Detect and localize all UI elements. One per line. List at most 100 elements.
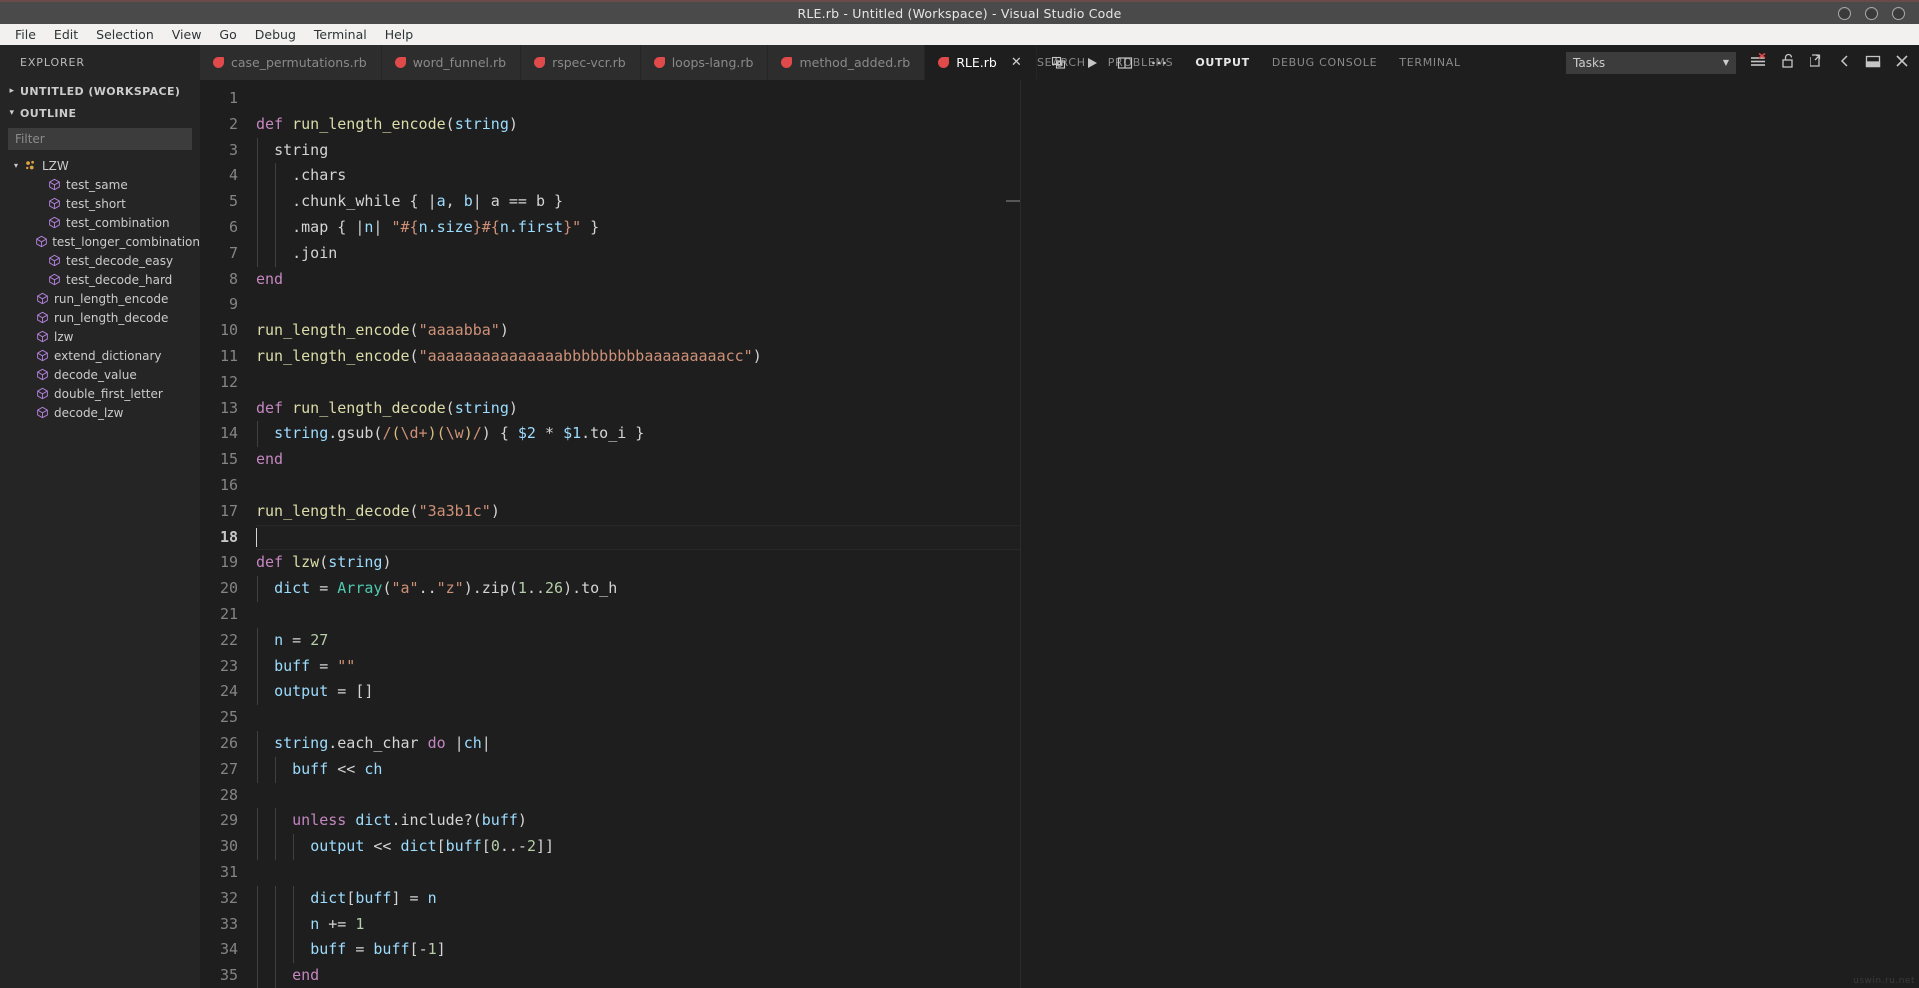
menu-go[interactable]: Go bbox=[210, 25, 245, 44]
code-line[interactable]: unless dict.include?(buff) bbox=[256, 808, 1020, 834]
tab-case-permutations[interactable]: case_permutations.rb bbox=[200, 45, 382, 80]
code-line[interactable] bbox=[256, 860, 1020, 886]
token-punc: ) bbox=[464, 579, 473, 597]
indent-guide bbox=[293, 937, 294, 963]
panel-tab-output[interactable]: OUTPUT bbox=[1195, 56, 1249, 69]
outline-item-decode-lzw[interactable]: decode_lzw bbox=[0, 403, 200, 422]
panel-tab-debug-console[interactable]: DEBUG CONSOLE bbox=[1272, 56, 1377, 69]
close-icon[interactable]: ✕ bbox=[1011, 56, 1022, 69]
code-line[interactable]: output << dict[buff[0..-2]] bbox=[256, 834, 1020, 860]
sidebar-section-workspace[interactable]: ▸ UNTITLED (WORKSPACE) bbox=[0, 80, 200, 102]
sidebar-section-outline[interactable]: ▾ OUTLINE bbox=[0, 102, 200, 124]
code-line[interactable] bbox=[256, 705, 1020, 731]
tab-method-added[interactable]: method_added.rb bbox=[768, 45, 925, 80]
open-in-editor-icon[interactable] bbox=[1810, 53, 1825, 72]
menu-help[interactable]: Help bbox=[376, 25, 423, 44]
code-line[interactable]: .chunk_while { |a, b| a == b } bbox=[256, 189, 1020, 215]
code-line[interactable]: def run_length_encode(string) bbox=[256, 112, 1020, 138]
code-editor[interactable]: 1234567891011121314151617181920212223242… bbox=[200, 80, 1020, 988]
outline-item-test-same[interactable]: test_same bbox=[0, 175, 200, 194]
code-line[interactable]: run_length_encode("aaaabba") bbox=[256, 318, 1020, 344]
code-line[interactable]: def run_length_decode(string) bbox=[256, 396, 1020, 422]
workbench: EXPLORER ▸ UNTITLED (WORKSPACE) ▾ OUTLIN… bbox=[0, 45, 1919, 988]
split-preview-icon[interactable] bbox=[1051, 55, 1067, 71]
editor-scrollbar[interactable] bbox=[1006, 200, 1020, 202]
code-line[interactable]: dict[buff] = n bbox=[256, 886, 1020, 912]
token-bgold: ( bbox=[437, 424, 446, 442]
outline-item-run-length-encode[interactable]: run_length_encode bbox=[0, 289, 200, 308]
indent-guide bbox=[275, 834, 276, 860]
split-editor-icon[interactable] bbox=[1117, 56, 1133, 70]
code-line[interactable] bbox=[256, 525, 1020, 551]
menu-terminal[interactable]: Terminal bbox=[305, 25, 376, 44]
outline-item-double-first-letter[interactable]: double_first_letter bbox=[0, 384, 200, 403]
code-content[interactable]: def run_length_encode(string) string .ch… bbox=[256, 80, 1020, 988]
code-line[interactable]: dict = Array("a".."z").zip(1..26).to_h bbox=[256, 576, 1020, 602]
outline-item-run-length-decode[interactable]: run_length_decode bbox=[0, 308, 200, 327]
code-line[interactable]: string.gsub(/(\d+)(\w)/) { $2 * $1.to_i … bbox=[256, 421, 1020, 447]
code-line[interactable] bbox=[256, 473, 1020, 499]
code-line[interactable]: buff << ch bbox=[256, 757, 1020, 783]
token-punc: ( bbox=[446, 399, 455, 417]
code-line[interactable]: buff = "" bbox=[256, 654, 1020, 680]
tab-word-funnel[interactable]: word_funnel.rb bbox=[382, 45, 521, 80]
token-punc: ( bbox=[410, 321, 419, 339]
code-line[interactable]: end bbox=[256, 447, 1020, 473]
close-button[interactable] bbox=[1892, 7, 1905, 20]
code-line[interactable] bbox=[256, 602, 1020, 628]
menu-selection[interactable]: Selection bbox=[87, 25, 163, 44]
close-panel-icon[interactable] bbox=[1895, 53, 1909, 72]
code-line[interactable]: run_length_encode("aaaaaaaaaaaaaaabbbbbb… bbox=[256, 344, 1020, 370]
menu-file[interactable]: File bbox=[6, 25, 45, 44]
run-icon[interactable] bbox=[1085, 56, 1099, 70]
maximize-button[interactable] bbox=[1865, 7, 1878, 20]
chevron-left-icon[interactable] bbox=[1839, 53, 1851, 72]
output-content[interactable] bbox=[1021, 80, 1919, 988]
minimize-button[interactable] bbox=[1838, 7, 1851, 20]
outline-item-test-longer-combination[interactable]: test_longer_combination bbox=[0, 232, 200, 251]
code-line[interactable]: string bbox=[256, 138, 1020, 164]
outline-item-test-short[interactable]: test_short bbox=[0, 194, 200, 213]
code-line[interactable]: n = 27 bbox=[256, 628, 1020, 654]
code-line[interactable]: n += 1 bbox=[256, 912, 1020, 938]
outline-item-decode-value[interactable]: decode_value bbox=[0, 365, 200, 384]
panel-tab-terminal[interactable]: TERMINAL bbox=[1399, 56, 1461, 69]
sidebar-section-outline-label: OUTLINE bbox=[20, 107, 76, 120]
code-line[interactable] bbox=[256, 292, 1020, 318]
clear-output-icon[interactable] bbox=[1750, 53, 1767, 72]
outline-item-extend-dictionary[interactable]: extend_dictionary bbox=[0, 346, 200, 365]
code-line[interactable] bbox=[256, 86, 1020, 112]
code-line[interactable] bbox=[256, 783, 1020, 809]
maximize-panel-icon[interactable] bbox=[1865, 53, 1881, 72]
code-line[interactable]: .map { |n| "#{n.size}#{n.first}" } bbox=[256, 215, 1020, 241]
code-line[interactable]: .chars bbox=[256, 163, 1020, 189]
menu-view[interactable]: View bbox=[163, 25, 211, 44]
tab-loops-lang[interactable]: loops-lang.rb bbox=[641, 45, 769, 80]
outline-item-test-decode-easy[interactable]: test_decode_easy bbox=[0, 251, 200, 270]
outline-filter-input[interactable]: Filter bbox=[8, 128, 192, 150]
code-line[interactable] bbox=[256, 370, 1020, 396]
code-line[interactable]: run_length_decode("3a3b1c") bbox=[256, 499, 1020, 525]
code-line[interactable]: buff = buff[-1] bbox=[256, 937, 1020, 963]
chevron-down-icon[interactable]: ▾ bbox=[10, 161, 22, 170]
tab-rle[interactable]: RLE.rb ✕ bbox=[925, 45, 1037, 80]
menu-debug[interactable]: Debug bbox=[246, 25, 305, 44]
outline-item-test-combination[interactable]: test_combination bbox=[0, 213, 200, 232]
token-par: dict bbox=[310, 889, 346, 907]
code-line[interactable]: end bbox=[256, 963, 1020, 988]
code-line[interactable]: string.each_char do |ch| bbox=[256, 731, 1020, 757]
code-line[interactable]: .join bbox=[256, 241, 1020, 267]
code-line[interactable]: end bbox=[256, 267, 1020, 293]
menu-edit[interactable]: Edit bbox=[45, 25, 87, 44]
output-channel-select[interactable]: Tasks ▼ bbox=[1566, 52, 1736, 74]
outline-item-LZW[interactable]: ▾LZW bbox=[0, 156, 200, 175]
code-line[interactable]: def lzw(string) bbox=[256, 550, 1020, 576]
tab-rspec-vcr[interactable]: rspec-vcr.rb bbox=[521, 45, 641, 80]
code-line[interactable]: output = [] bbox=[256, 679, 1020, 705]
token-plain: .include?( bbox=[391, 811, 481, 829]
more-actions-icon[interactable] bbox=[1151, 60, 1167, 66]
lock-scrolling-icon[interactable] bbox=[1781, 53, 1796, 72]
token-plain: ..- bbox=[500, 837, 527, 855]
outline-item-lzw[interactable]: lzw bbox=[0, 327, 200, 346]
outline-item-test-decode-hard[interactable]: test_decode_hard bbox=[0, 270, 200, 289]
